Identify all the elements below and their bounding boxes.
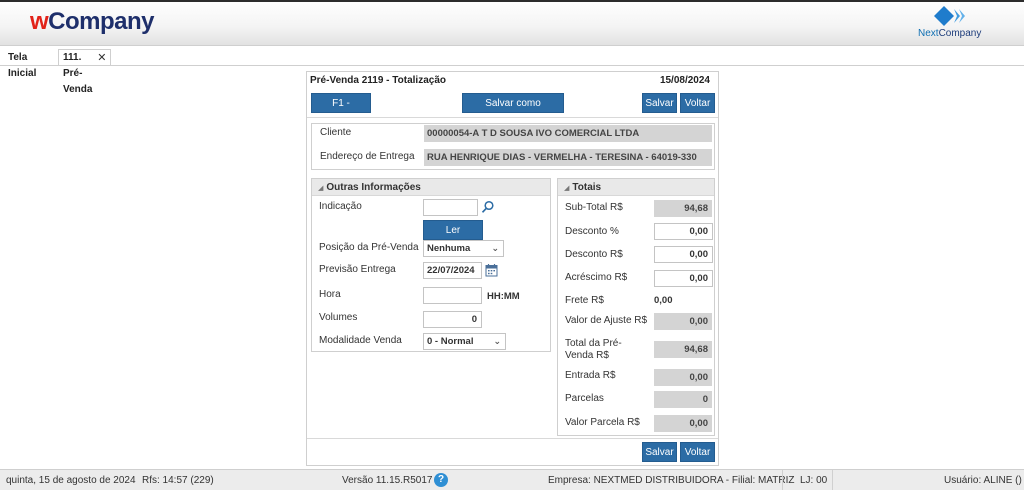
hora-label: Hora bbox=[319, 289, 341, 300]
logo-name: Company bbox=[48, 8, 155, 35]
back-button[interactable]: Voltar bbox=[680, 93, 715, 113]
parcelas-label: Parcelas bbox=[565, 393, 604, 404]
tab-bar-divider bbox=[0, 65, 1024, 66]
address-label: Endereço de Entrega bbox=[320, 151, 415, 162]
entrada-field: 0,00 bbox=[654, 369, 712, 386]
subtotal-label: Sub-Total R$ bbox=[565, 202, 623, 213]
nextcompany-brand-text: NextCompany bbox=[918, 28, 981, 39]
save-button-bottom[interactable]: Salvar bbox=[642, 442, 677, 462]
frete-label: Frete R$ bbox=[565, 295, 604, 306]
app-header: wCompany NextCompany bbox=[0, 0, 1024, 46]
total-field: 94,68 bbox=[654, 341, 712, 358]
subtotal-field: 94,68 bbox=[654, 200, 712, 217]
read-biometrics-button[interactable]: Ler biometria bbox=[423, 220, 483, 256]
desconto-rs-label: Desconto R$ bbox=[565, 249, 623, 260]
status-divider bbox=[782, 470, 783, 490]
hora-format-hint: HH:MM bbox=[487, 291, 520, 302]
status-bar: quinta, 15 de agosto de 2024 Rfs: 14:57 … bbox=[0, 469, 1024, 490]
indicacao-input[interactable] bbox=[423, 199, 478, 216]
back-button-bottom[interactable]: Voltar bbox=[680, 442, 715, 462]
search-icon[interactable] bbox=[481, 200, 495, 214]
calendar-icon[interactable] bbox=[485, 263, 498, 277]
previsao-label: Previsão Entrega bbox=[319, 264, 396, 275]
totals-section: ◢ Totais Sub-Total R$ 94,68 Desconto % 0,… bbox=[557, 178, 715, 436]
total-label: Total da Pré-Venda R$ bbox=[565, 338, 622, 361]
functions-button[interactable]: F1 - Funções bbox=[311, 93, 371, 129]
tab-label: 111. Pré-Venda bbox=[63, 52, 93, 95]
acrescimo-input[interactable]: 0,00 bbox=[654, 270, 713, 287]
footer-divider bbox=[307, 438, 718, 439]
modalidade-label: Modalidade Venda bbox=[319, 335, 402, 346]
wcompany-logo: wCompany bbox=[30, 8, 155, 36]
volumes-input[interactable]: 0 bbox=[423, 311, 482, 328]
hora-input[interactable] bbox=[423, 287, 482, 304]
status-usuario: Usuário: ALINE () bbox=[944, 475, 1022, 486]
client-field: 00000054-A T D SOUSA IVO COMERCIAL LTDA bbox=[424, 125, 712, 142]
tab-pre-venda[interactable]: 111. Pré-Venda ✕ bbox=[58, 49, 112, 95]
nextcompany-logo: NextCompany bbox=[918, 6, 986, 42]
header-top-line bbox=[0, 0, 1024, 2]
section-title: Totais bbox=[572, 182, 602, 193]
client-section: Cliente 00000054-A T D SOUSA IVO COMERCI… bbox=[311, 123, 715, 170]
desconto-pct-label: Desconto % bbox=[565, 226, 619, 237]
status-version: Versão 11.15.R5017 bbox=[342, 475, 433, 486]
frete-value: 0,00 bbox=[654, 295, 673, 306]
other-info-header[interactable]: ◢ Outras Informações bbox=[312, 179, 550, 196]
brand-next: Next bbox=[918, 28, 939, 39]
chevron-down-icon: ⌄ bbox=[491, 243, 499, 253]
pre-venda-panel: Pré-Venda 2119 - Totalização 15/08/2024 … bbox=[306, 71, 719, 466]
modalidade-select[interactable]: 0 - Normal ⌄ bbox=[423, 333, 506, 350]
desconto-rs-input[interactable]: 0,00 bbox=[654, 246, 713, 263]
ajuste-label: Valor de Ajuste R$ bbox=[565, 315, 648, 326]
brand-company: Company bbox=[938, 28, 982, 39]
tab-tela-inicial[interactable]: Tela Inicial bbox=[4, 50, 40, 79]
save-as-quote-button[interactable]: Salvar como Orçamento bbox=[462, 93, 564, 129]
indicacao-label: Indicação bbox=[319, 201, 362, 212]
desconto-pct-input[interactable]: 0,00 bbox=[654, 223, 713, 240]
valor-parcela-field: 0,00 bbox=[654, 415, 712, 432]
volumes-label: Volumes bbox=[319, 312, 358, 323]
section-title: Outras Informações bbox=[326, 182, 421, 193]
client-label: Cliente bbox=[320, 127, 352, 138]
ajuste-field: 0,00 bbox=[654, 313, 712, 330]
totals-header[interactable]: ◢ Totais bbox=[558, 179, 714, 196]
logo-prefix: w bbox=[30, 8, 49, 35]
status-divider bbox=[832, 470, 833, 490]
save-button[interactable]: Salvar bbox=[642, 93, 677, 113]
collapse-triangle-icon: ◢ bbox=[564, 185, 570, 192]
close-icon[interactable]: ✕ bbox=[97, 50, 106, 66]
other-info-section: ◢Outras Informações Indicação Ler biomet… bbox=[311, 178, 551, 352]
toolbar-divider bbox=[307, 117, 718, 118]
page-date: 15/08/2024 bbox=[659, 75, 710, 86]
status-date: quinta, 15 de agosto de 2024 bbox=[6, 475, 136, 486]
valor-parcela-label: Valor Parcela R$ bbox=[565, 417, 640, 428]
posicao-label: Posição da Pré-Venda bbox=[319, 242, 419, 253]
status-empresa: Empresa: NEXTMED DISTRIBUIDORA - Filial:… bbox=[548, 475, 795, 486]
collapse-triangle-icon: ◢ bbox=[318, 185, 324, 192]
help-icon[interactable]: ? bbox=[434, 473, 448, 487]
status-rfs: Rfs: 14:57 (229) bbox=[142, 475, 214, 486]
posicao-value: Nenhuma bbox=[427, 243, 471, 254]
address-field: RUA HENRIQUE DIAS - VERMELHA - TERESINA … bbox=[424, 149, 712, 166]
previsao-input[interactable]: 22/07/2024 bbox=[423, 262, 482, 279]
chevron-down-icon: ⌄ bbox=[493, 336, 501, 346]
modalidade-value: 0 - Normal bbox=[427, 336, 474, 347]
entrada-label: Entrada R$ bbox=[565, 370, 616, 381]
parcelas-field: 0 bbox=[654, 391, 712, 408]
acrescimo-label: Acréscimo R$ bbox=[565, 272, 628, 283]
nextcompany-diamond-icon bbox=[934, 6, 965, 26]
status-lj: LJ: 00 bbox=[800, 475, 828, 486]
posicao-select[interactable]: Nenhuma ⌄ bbox=[423, 240, 504, 257]
page-title: Pré-Venda 2119 - Totalização bbox=[310, 75, 446, 86]
